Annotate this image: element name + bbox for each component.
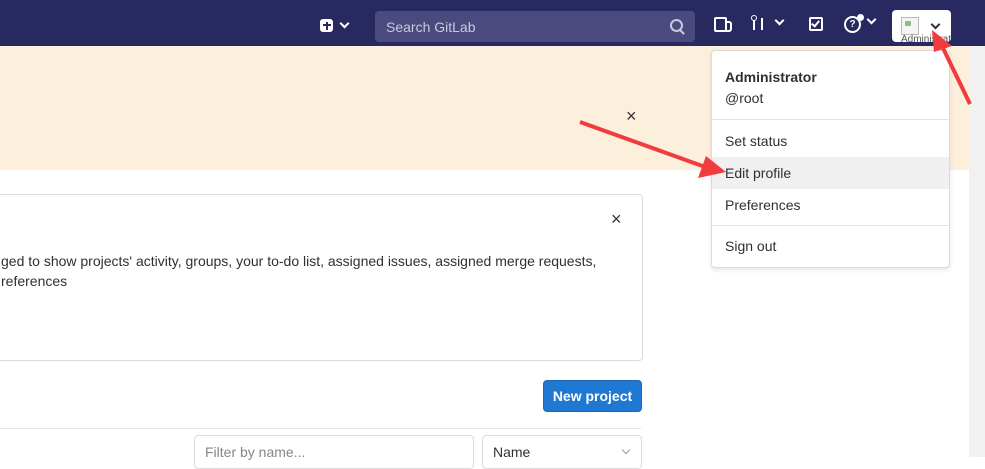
chevron-down-icon bbox=[930, 19, 941, 30]
close-icon[interactable]: × bbox=[626, 107, 637, 125]
issues-icon[interactable] bbox=[714, 17, 732, 32]
search-icon[interactable] bbox=[670, 19, 683, 32]
user-name: Administrator bbox=[725, 69, 817, 85]
divider bbox=[712, 225, 949, 226]
chevron-down-icon[interactable] bbox=[866, 14, 877, 25]
sort-select-value: Name bbox=[493, 444, 531, 460]
scrollbar[interactable] bbox=[969, 46, 985, 457]
new-project-button[interactable]: New project bbox=[543, 380, 642, 412]
help-notification-dot bbox=[857, 14, 864, 21]
top-navbar: ? Administrator bbox=[0, 0, 985, 46]
new-dropdown-button[interactable] bbox=[320, 16, 358, 34]
avatar-alt-text: Administrator bbox=[901, 34, 951, 42]
info-text-line: references bbox=[1, 273, 68, 289]
chevron-down-icon bbox=[339, 18, 350, 28]
todo-icon[interactable] bbox=[809, 17, 823, 31]
menu-item-preferences[interactable]: Preferences bbox=[712, 189, 949, 221]
user-username: @root bbox=[725, 90, 764, 106]
merge-request-icon-branch bbox=[761, 18, 763, 30]
sort-select[interactable]: Name bbox=[482, 435, 642, 469]
info-text-line: ged to show projects' activity, groups, … bbox=[1, 253, 597, 269]
divider bbox=[0, 428, 641, 429]
avatar bbox=[901, 17, 919, 35]
menu-item-edit-profile[interactable]: Edit profile bbox=[712, 157, 949, 189]
chevron-down-icon bbox=[621, 445, 631, 455]
user-menu-button[interactable]: Administrator bbox=[892, 10, 951, 42]
info-panel: ged to show projects' activity, groups, … bbox=[0, 194, 643, 361]
chevron-down-icon bbox=[774, 15, 785, 26]
filter-input[interactable] bbox=[194, 435, 474, 469]
search-box bbox=[375, 11, 695, 42]
close-icon[interactable]: × bbox=[611, 210, 622, 228]
divider bbox=[712, 119, 949, 120]
info-text: ged to show projects' activity, groups, … bbox=[1, 251, 596, 291]
merge-requests-button[interactable] bbox=[751, 15, 785, 31]
merge-request-icon-dot bbox=[751, 15, 757, 21]
user-dropdown-menu: Administrator @root Set status Edit prof… bbox=[711, 50, 950, 268]
search-input[interactable] bbox=[384, 17, 658, 36]
plus-square-icon bbox=[320, 18, 333, 32]
menu-item-set-status[interactable]: Set status bbox=[712, 125, 949, 157]
menu-item-sign-out[interactable]: Sign out bbox=[712, 230, 949, 262]
